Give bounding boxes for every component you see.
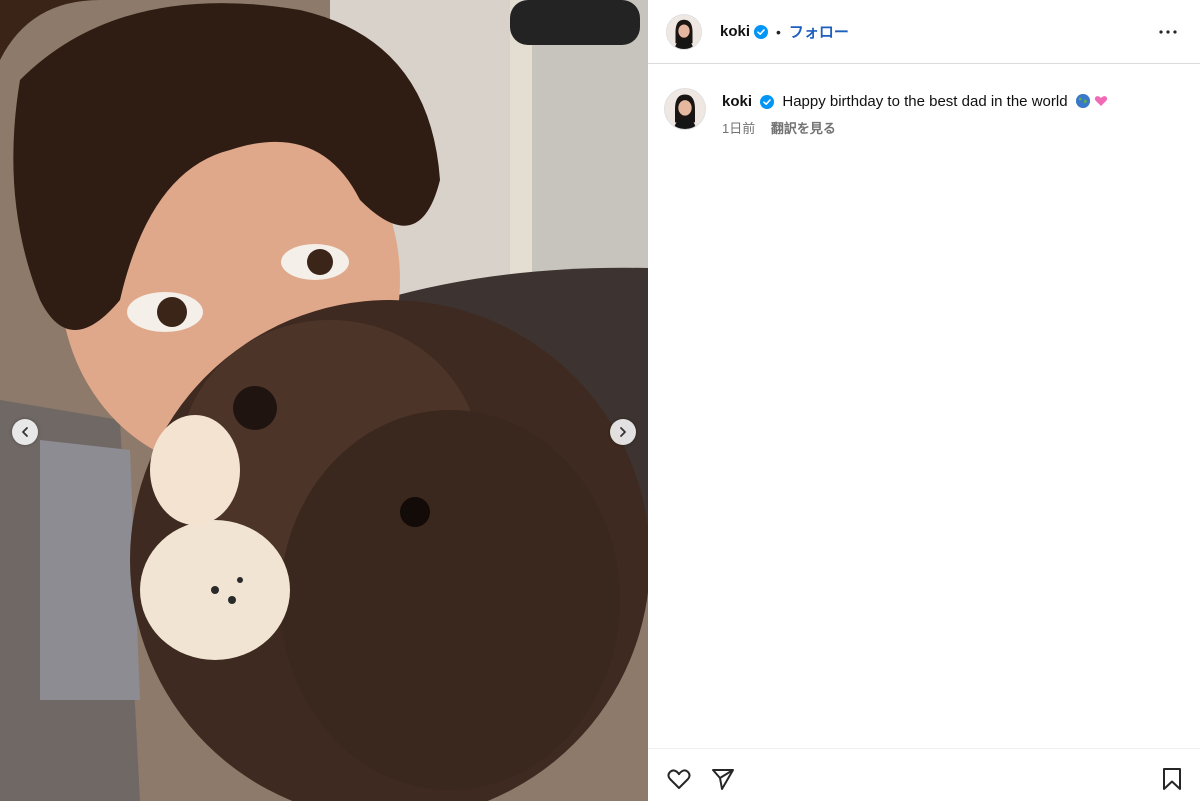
post-header: koki • フォロー (648, 0, 1200, 64)
pink-heart-emoji-icon (1094, 96, 1108, 106)
chevron-left-icon (22, 427, 28, 437)
separator-dot: • (776, 23, 781, 40)
caption-avatar[interactable] (664, 88, 706, 130)
like-button[interactable] (666, 766, 692, 792)
avatar[interactable] (666, 13, 702, 50)
post-photo (0, 0, 648, 801)
globe-emoji-icon (1075, 94, 1090, 108)
more-options-button[interactable] (1156, 20, 1180, 44)
post-side-panel: koki • フォロー koki Happy birthday to the b… (648, 0, 1200, 801)
post-time: 1日前 (722, 121, 756, 136)
caption-username[interactable]: koki (722, 93, 752, 110)
post-caption: koki Happy birthday to the best dad in t… (664, 88, 1184, 137)
verified-badge-icon (760, 95, 775, 110)
header-username[interactable]: koki (720, 23, 750, 40)
avatar-image (667, 14, 701, 49)
carousel-next-button[interactable] (610, 419, 636, 445)
share-button[interactable] (710, 766, 736, 792)
post-actions (648, 748, 1200, 801)
heart-icon (667, 769, 691, 789)
post-image (0, 0, 648, 801)
caption-body: koki Happy birthday to the best dad in t… (722, 88, 1108, 137)
carousel-prev-button[interactable] (12, 419, 38, 445)
caption-line: koki Happy birthday to the best dad in t… (722, 92, 1108, 112)
more-horizontal-icon (1159, 30, 1177, 34)
follow-button[interactable]: フォロー (789, 21, 849, 42)
verified-badge-icon (754, 24, 769, 39)
caption-meta: 1日前 翻訳を見る (722, 118, 1108, 137)
bookmark-icon (1163, 768, 1181, 790)
see-translation-link[interactable]: 翻訳を見る (771, 121, 836, 136)
paper-plane-icon (712, 769, 734, 790)
caption-text: Happy birthday to the best dad in the wo… (782, 93, 1068, 110)
chevron-right-icon (620, 427, 626, 437)
avatar-image (665, 89, 705, 129)
save-button[interactable] (1159, 766, 1185, 792)
